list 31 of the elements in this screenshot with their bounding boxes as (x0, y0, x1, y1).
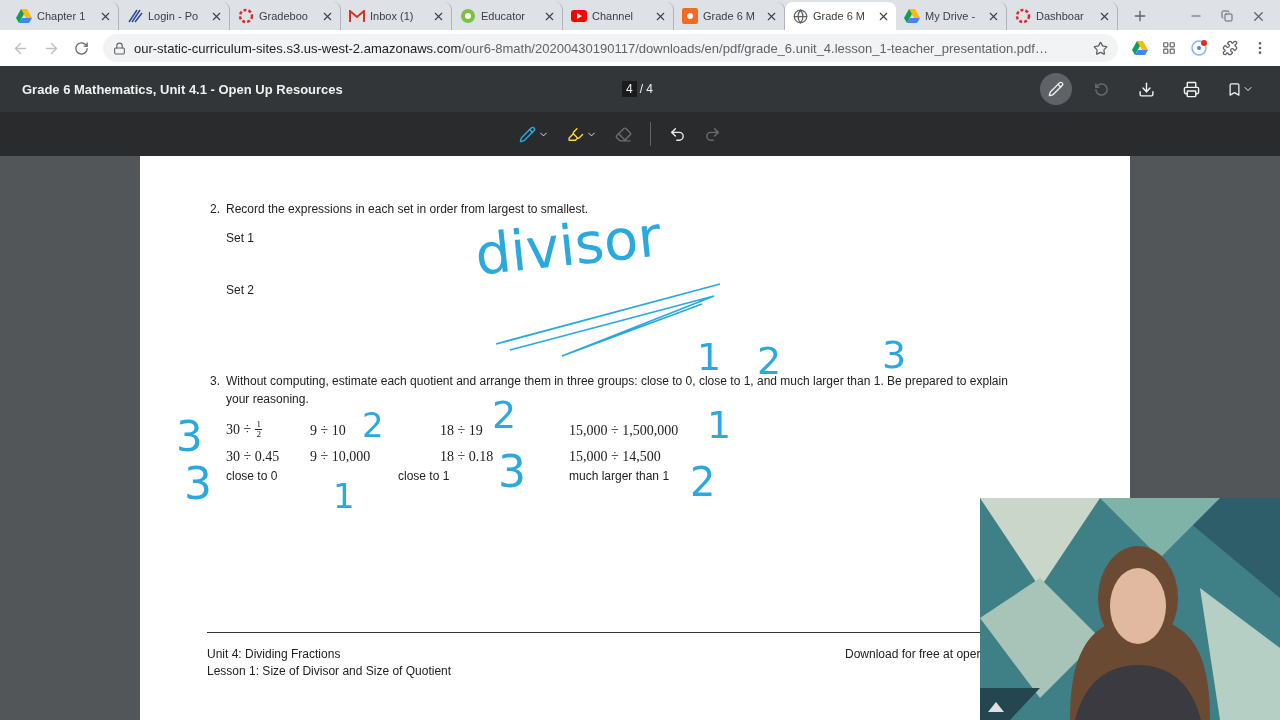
expression: 9 ÷ 10 (310, 423, 346, 439)
page-number-field[interactable]: 4 (622, 81, 637, 97)
question-number: 3. (210, 373, 220, 390)
handwritten-note: 2 (362, 408, 384, 442)
handwritten-note: 1 (707, 406, 732, 444)
handwritten-note: 3 (882, 336, 907, 374)
group-label: close to 0 (226, 469, 279, 483)
browser-tab[interactable]: Grade 6 M (785, 2, 896, 30)
address-bar[interactable]: our-static-curriculum-sites.s3.us-west-2.amazonaws.com/our6-8math/20200430190117/downloads/en/pdf/grade_6.unit_4.lesson_1-teacher_presentation.pdf… (103, 34, 1118, 62)
expression: 18 ÷ 0.18 (440, 449, 494, 465)
question-number: 2. (210, 201, 220, 218)
question-text: Record the expressions in each set in order from largest to smallest. (226, 201, 590, 218)
handwritten-note: 3 (498, 450, 526, 494)
download-note: Download for free at oper (845, 646, 982, 663)
handwritten-note: 1 (333, 479, 355, 513)
handwritten-note: 2 (690, 462, 716, 502)
set-label: Set 2 (226, 283, 256, 297)
group-label: much larger than 1 (569, 469, 671, 483)
unit-label: Unit 4: Dividing Fractions (207, 646, 342, 663)
handwritten-note: 3 (184, 462, 212, 506)
expression: 30 ÷ 0.45 (226, 449, 280, 465)
expression: 15,000 ÷ 14,500 (569, 449, 661, 465)
page-total: / 4 (639, 82, 654, 96)
handwritten-note: 1 (697, 338, 722, 376)
expression: 9 ÷ 10,000 (310, 449, 371, 465)
document-title: Grade 6 Mathematics, Unit 4.1 - Open Up Resources (22, 81, 344, 97)
lesson-label: Lesson 1: Size of Divisor and Size of Quotient (207, 663, 452, 680)
group-label: close to 1 (398, 469, 451, 483)
handwritten-note: 3 (176, 416, 203, 458)
expression: 15,000 ÷ 1,500,000 (569, 423, 679, 439)
expression: 18 ÷ 19 (440, 423, 483, 439)
